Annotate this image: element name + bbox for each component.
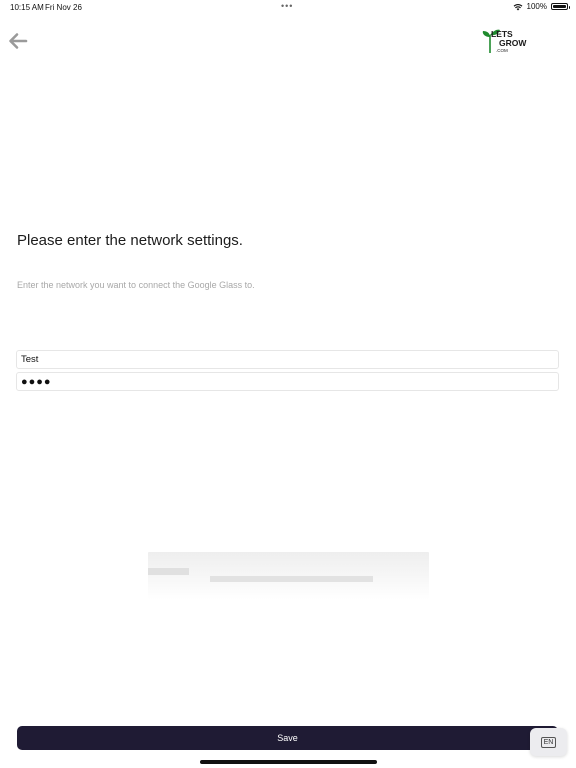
skeleton-line [148, 568, 189, 575]
page-title: Please enter the network settings. [17, 232, 243, 249]
wifi-icon [513, 3, 522, 10]
back-button[interactable] [6, 30, 30, 52]
multitask-dots-icon[interactable]: ••• [281, 1, 293, 11]
letsgrow-logo-mark: LETS GROW .COM [482, 29, 527, 53]
letsgrow-logo: LETS GROW .COM [480, 26, 536, 56]
status-bar: 10:15 AM Fri Nov 26 ••• 100% [0, 0, 576, 14]
battery-icon [551, 3, 570, 10]
password-field[interactable] [16, 372, 559, 391]
status-time: 10:15 AM [10, 3, 44, 12]
loading-placeholder [148, 552, 429, 600]
battery-percent: 100% [526, 2, 547, 11]
skeleton-line [210, 576, 373, 582]
status-date: Fri Nov 26 [45, 3, 82, 12]
network-name-field[interactable] [16, 350, 559, 369]
home-indicator[interactable] [200, 760, 377, 764]
save-button[interactable]: Save [17, 726, 558, 750]
language-button[interactable]: EN [530, 728, 567, 756]
logo-line3: .COM [496, 48, 508, 53]
battery-level [553, 5, 566, 8]
logo-line2: GROW [499, 38, 527, 48]
arrow-left-icon [9, 33, 28, 49]
status-indicators: 100% [513, 2, 570, 11]
language-label: EN [540, 736, 557, 748]
instruction-text: Enter the network you want to connect th… [17, 280, 255, 290]
